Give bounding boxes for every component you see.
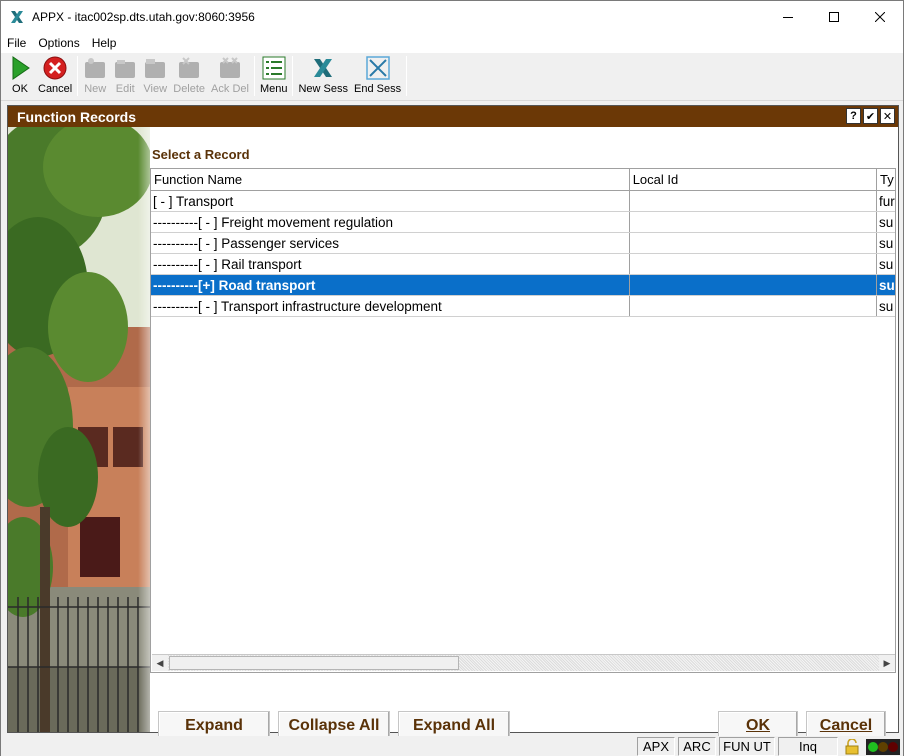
toolbar-new-label: New — [84, 83, 107, 95]
toolbar-cancel-button[interactable]: Cancel — [35, 53, 75, 99]
frame-title: Function Records — [17, 108, 137, 125]
horizontal-scrollbar[interactable]: ◀ ▶ — [152, 654, 895, 671]
local-id-cell — [630, 191, 878, 211]
toolbar-ackdel-button[interactable]: Ack Del — [208, 53, 252, 99]
table-row[interactable]: ----------[ - ] Transport infrastructure… — [151, 296, 895, 317]
traffic-light-icon — [865, 737, 901, 756]
scroll-left-icon[interactable]: ◀ — [152, 655, 168, 671]
grid-header: Function Name Local Id Ty — [151, 169, 895, 191]
close-button[interactable] — [857, 1, 903, 32]
table-row[interactable]: ----------[ - ] Rail transport su — [151, 254, 895, 275]
menu-help[interactable]: Help — [86, 36, 123, 50]
status-bar: APX ARC FUN UT Inq — [1, 736, 903, 756]
function-name-cell: [ - ] Transport — [151, 191, 630, 211]
function-name-cell: ----------[ - ] Rail transport — [151, 254, 630, 274]
toolbar-new-session-button[interactable]: New Sess — [295, 53, 351, 99]
toolbar-new-session-label: New Sess — [298, 83, 349, 95]
toolbar-new-button[interactable]: New — [80, 53, 110, 99]
menu-bar: File Options Help — [1, 32, 903, 53]
type-cell: su — [879, 214, 894, 230]
new-icon — [83, 55, 107, 81]
app-window: APPX - itac002sp.dts.utah.gov:8060:3956 … — [0, 0, 904, 756]
ack-delete-icon — [218, 55, 242, 81]
function-name-cell: ----------[+] Road transport — [151, 275, 630, 295]
function-records-frame: Function Records ? ✔ ✕ Select a Record F… — [7, 105, 899, 741]
toolbar-end-session-button[interactable]: End Sess — [351, 53, 404, 99]
toolbar-separator — [406, 56, 408, 96]
column-header-type[interactable]: Ty — [877, 169, 895, 190]
edit-icon — [113, 55, 137, 81]
menu-file[interactable]: File — [1, 36, 32, 50]
toolbar-delete-button[interactable]: Delete — [170, 53, 208, 99]
table-row[interactable]: [ - ] Transport fur — [151, 191, 895, 212]
toolbar-edit-label: Edit — [115, 83, 135, 95]
toolbar-separator — [77, 56, 79, 96]
type-cell: su — [879, 298, 894, 314]
type-cell: su — [879, 256, 894, 272]
toolbar-delete-label: Delete — [173, 83, 206, 95]
function-name-cell: ----------[ - ] Freight movement regulat… — [151, 212, 630, 232]
function-name-cell: ----------[ - ] Passenger services — [151, 233, 630, 253]
grid-body: [ - ] Transport fur ----------[ - ] Freigh… — [151, 191, 895, 317]
delete-icon — [177, 55, 201, 81]
toolbar: OK Cancel New Edit View Delete Ack Del M… — [1, 53, 903, 101]
new-session-icon — [311, 55, 335, 81]
toolbar-ok-button[interactable]: OK — [5, 53, 35, 99]
table-row[interactable]: ----------[ - ] Freight movement regulat… — [151, 212, 895, 233]
end-session-icon — [365, 55, 390, 81]
type-cell: su — [879, 277, 895, 293]
menu-options[interactable]: Options — [32, 36, 85, 50]
lock-icon — [841, 737, 863, 756]
decorative-tree-photo — [8, 127, 150, 732]
toolbar-separator — [292, 56, 294, 96]
appx-logo-icon — [9, 9, 25, 25]
frame-help-button[interactable]: ? — [846, 108, 861, 124]
toolbar-separator — [253, 56, 255, 96]
toolbar-ok-label: OK — [12, 83, 28, 95]
title-bar: APPX - itac002sp.dts.utah.gov:8060:3956 — [1, 1, 903, 32]
window-title: APPX - itac002sp.dts.utah.gov:8060:3956 — [32, 9, 255, 24]
toolbar-edit-button[interactable]: Edit — [110, 53, 140, 99]
status-arc: ARC — [678, 737, 716, 756]
cancel-icon — [43, 55, 67, 81]
toolbar-menu-button[interactable]: Menu — [257, 53, 291, 99]
status-apx: APX — [637, 737, 675, 756]
type-cell: su — [879, 235, 894, 251]
column-header-function-name[interactable]: Function Name — [151, 169, 630, 190]
frame-title-bar: Function Records ? ✔ ✕ — [8, 106, 898, 127]
table-row[interactable]: ----------[ - ] Passenger services su — [151, 233, 895, 254]
toolbar-view-button[interactable]: View — [140, 53, 170, 99]
toolbar-ackdel-label: Ack Del — [211, 83, 249, 95]
function-name-cell: ----------[ - ] Transport infrastructure… — [151, 296, 630, 316]
local-id-cell — [630, 212, 878, 232]
column-header-local-id[interactable]: Local Id — [630, 169, 878, 190]
records-grid: Function Name Local Id Ty [ - ] Transpor… — [150, 168, 896, 673]
view-icon — [143, 55, 167, 81]
minimize-button[interactable] — [765, 1, 811, 32]
local-id-cell — [630, 254, 878, 274]
type-cell: fur — [879, 193, 895, 209]
toolbar-end-session-label: End Sess — [354, 83, 402, 95]
section-label: Select a Record — [152, 147, 250, 162]
play-icon — [8, 55, 32, 81]
frame-close-button[interactable]: ✕ — [880, 108, 895, 124]
local-id-cell — [630, 275, 878, 295]
menu-list-icon — [262, 55, 286, 81]
toolbar-cancel-label: Cancel — [38, 83, 73, 95]
toolbar-menu-label: Menu — [259, 83, 288, 95]
content-area: Select a Record Function Name Local Id T… — [150, 127, 898, 741]
table-row[interactable]: ----------[+] Road transport su — [151, 275, 895, 296]
status-mode: Inq — [778, 737, 838, 756]
local-id-cell — [630, 233, 878, 253]
status-fun: FUN UT — [719, 737, 775, 756]
scroll-right-icon[interactable]: ▶ — [879, 655, 895, 671]
local-id-cell — [630, 296, 878, 316]
maximize-button[interactable] — [811, 1, 857, 32]
scrollbar-thumb[interactable] — [169, 656, 459, 670]
frame-check-button[interactable]: ✔ — [863, 108, 878, 124]
toolbar-view-label: View — [143, 83, 168, 95]
